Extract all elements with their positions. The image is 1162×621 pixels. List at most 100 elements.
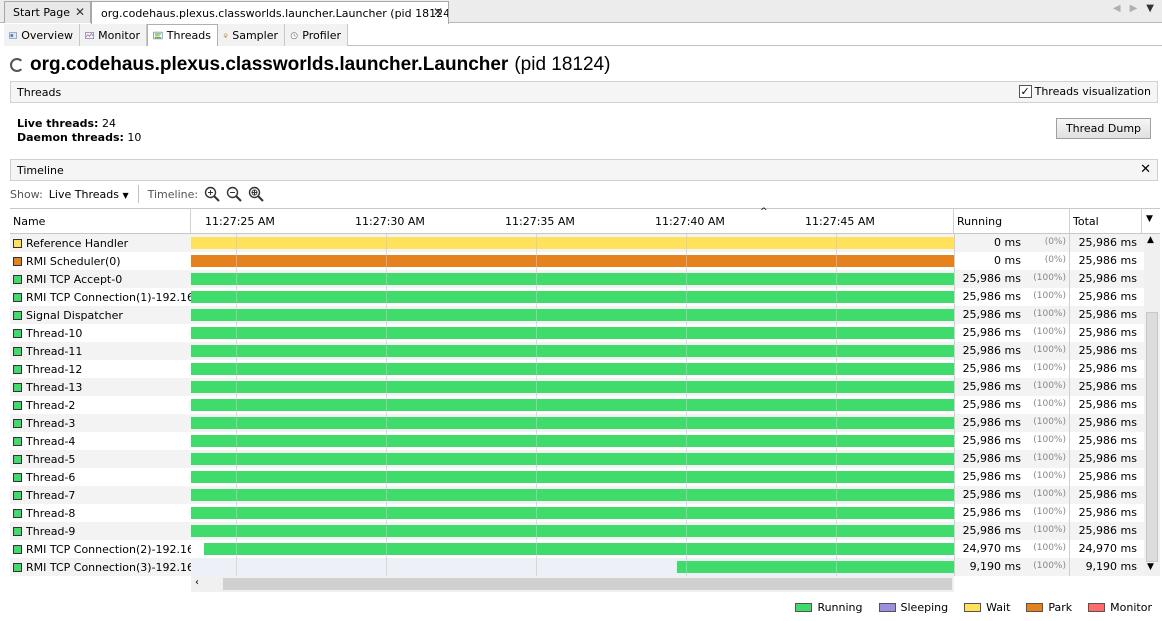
scroll-down-icon[interactable]: ▼ <box>1147 562 1154 572</box>
tab-label: Threads <box>166 29 211 42</box>
close-icon[interactable]: ✕ <box>433 5 443 19</box>
running-time: 25,986 ms <box>962 398 1021 411</box>
table-row[interactable]: Thread-2 25,986 ms (100%) 25,986 ms <box>10 396 1144 414</box>
timeline-gridline <box>686 234 687 576</box>
table-row[interactable]: RMI TCP Accept-0 25,986 ms (100%) 25,986 ms <box>10 270 1144 288</box>
table-row[interactable]: Thread-6 25,986 ms (100%) 25,986 ms <box>10 468 1144 486</box>
running-percent: (100%) <box>1033 561 1066 571</box>
running-cell: 25,986 ms (100%) <box>954 378 1069 396</box>
total-time: 25,986 ms <box>1078 416 1137 429</box>
total-time: 25,986 ms <box>1078 326 1137 339</box>
zoom-fit-icon[interactable] <box>248 186 264 202</box>
tab-overview[interactable]: Overview <box>4 24 80 46</box>
table-row[interactable]: Signal Dispatcher 25,986 ms (100%) 25,986 m… <box>10 306 1144 324</box>
overview-icon <box>9 31 17 39</box>
thread-state-icon <box>13 310 22 320</box>
scrollbar-thumb[interactable] <box>1146 312 1158 562</box>
table-row[interactable]: Thread-3 25,986 ms (100%) 25,986 ms <box>10 414 1144 432</box>
show-dropdown[interactable]: Live Threads ▼ <box>49 188 129 201</box>
tab-sampler[interactable]: Sampler <box>218 24 285 46</box>
show-dropdown-value: Live Threads <box>48 187 119 201</box>
thread-name-cell: Signal Dispatcher <box>10 306 191 324</box>
total-time: 25,986 ms <box>1078 362 1137 375</box>
tab-threads[interactable]: Threads <box>147 24 218 46</box>
scroll-left-icon[interactable]: ◀ <box>1113 3 1121 14</box>
checkbox[interactable]: ✓ <box>1018 85 1032 98</box>
tab-monitor[interactable]: Monitor <box>80 24 147 46</box>
running-cell: 25,986 ms (100%) <box>954 486 1069 504</box>
table-row[interactable]: RMI TCP Connection(2)-192.168.5 24,970 ms… <box>10 540 1144 558</box>
vertical-scrollbar[interactable]: ▲ ▼ <box>1144 234 1160 576</box>
thread-state-bar <box>191 327 954 339</box>
chevron-down-icon[interactable]: ▼ <box>1146 214 1153 224</box>
thread-timeline-cell <box>191 540 954 558</box>
column-label: Name <box>13 214 46 228</box>
table-row[interactable]: RMI TCP Connection(3)-192.168.5 9,190 ms (… <box>10 558 1144 576</box>
zoom-in-icon[interactable] <box>204 186 220 202</box>
thread-dump-button[interactable]: Thread Dump <box>1056 118 1151 139</box>
tab-list-dropdown-icon[interactable]: ▼ <box>1146 3 1154 14</box>
thread-state-icon <box>13 526 22 536</box>
table-row[interactable]: Thread-9 25,986 ms (100%) 25,986 ms <box>10 522 1144 540</box>
running-cell: 25,986 ms (100%) <box>954 468 1069 486</box>
running-cell: 25,986 ms (100%) <box>954 342 1069 360</box>
timeline-label: Timeline: <box>147 187 199 201</box>
legend-swatch <box>964 603 982 612</box>
running-time: 25,986 ms <box>962 416 1021 429</box>
column-running[interactable]: Running <box>954 209 1070 233</box>
table-row[interactable]: Thread-5 25,986 ms (100%) 25,986 ms <box>10 450 1144 468</box>
total-time: 25,986 ms <box>1078 434 1137 447</box>
column-name[interactable]: Name <box>10 209 191 233</box>
table-row[interactable]: Thread-13 25,986 ms (100%) 25,986 ms <box>10 378 1144 396</box>
zoom-out-icon[interactable] <box>226 186 242 202</box>
thread-timeline-cell <box>191 396 954 414</box>
table-row[interactable]: Thread-7 25,986 ms (100%) 25,986 ms <box>10 486 1144 504</box>
thread-timeline-cell <box>191 288 954 306</box>
timeline-toolbar: Show: Live Threads ▼ Timeline: <box>10 183 264 205</box>
total-cell: 25,986 ms <box>1069 396 1144 414</box>
tab-profiler[interactable]: Profiler <box>285 24 348 46</box>
table-row[interactable]: RMI TCP Connection(1)-192.168.5 25,986 ms… <box>10 288 1144 306</box>
column-total[interactable]: Total <box>1070 209 1142 233</box>
column-timeline[interactable]: ^ 11:27:25 AM 11:27:30 AM 11:27:35 AM 11… <box>191 207 954 233</box>
scroll-left-icon[interactable]: ‹ <box>195 577 199 588</box>
monitor-icon <box>85 31 94 39</box>
horizontal-scrollbar[interactable]: ‹ <box>191 576 954 592</box>
table-row[interactable]: Reference Handler 0 ms (0%) 25,986 ms <box>10 234 1144 252</box>
thread-state-icon <box>13 562 22 572</box>
legend-label: Sleeping <box>900 601 949 614</box>
threads-table-body: Reference Handler 0 ms (0%) 25,986 ms RMI Sc… <box>10 234 1160 576</box>
close-icon[interactable]: ✕ <box>1140 162 1151 177</box>
sampler-icon <box>223 33 228 38</box>
thread-state-icon <box>13 400 22 410</box>
thread-name-cell: Thread-5 <box>10 450 191 468</box>
scrollbar-thumb[interactable] <box>223 578 952 590</box>
thread-state-bar <box>191 291 954 303</box>
scroll-right-icon[interactable]: ▶ <box>1130 3 1138 14</box>
table-row[interactable]: Thread-8 25,986 ms (100%) 25,986 ms <box>10 504 1144 522</box>
running-time: 25,986 ms <box>962 290 1021 303</box>
thread-state-bar <box>191 417 954 429</box>
threads-visualization-toggle[interactable]: ✓ Threads visualization <box>1018 85 1151 98</box>
total-time: 25,986 ms <box>1078 398 1137 411</box>
tab-label: Start Page <box>13 6 70 19</box>
state-legend: Running Sleeping Wait Park Monitor <box>795 601 1152 614</box>
tab-launcher[interactable]: org.codehaus.plexus.classworlds.launcher… <box>91 1 449 24</box>
table-row[interactable]: Thread-4 25,986 ms (100%) 25,986 ms <box>10 432 1144 450</box>
running-time: 25,986 ms <box>962 272 1021 285</box>
tab-start-page[interactable]: Start Page ✕ <box>4 1 91 23</box>
thread-name-cell: Thread-2 <box>10 396 191 414</box>
thread-timeline-cell <box>191 522 954 540</box>
table-row[interactable]: Thread-12 25,986 ms (100%) 25,986 ms <box>10 360 1144 378</box>
thread-state-icon <box>13 436 22 446</box>
table-row[interactable]: Thread-10 25,986 ms (100%) 25,986 ms <box>10 324 1144 342</box>
loading-spinner-icon <box>10 58 24 72</box>
close-icon[interactable]: ✕ <box>75 5 85 19</box>
running-percent: (100%) <box>1033 489 1066 499</box>
table-row[interactable]: RMI Scheduler(0) 0 ms (0%) 25,986 ms <box>10 252 1144 270</box>
thread-name: Thread-4 <box>26 434 76 448</box>
table-row[interactable]: Thread-11 25,986 ms (100%) 25,986 ms <box>10 342 1144 360</box>
scroll-up-icon[interactable]: ▲ <box>1147 235 1154 245</box>
running-percent: (100%) <box>1033 381 1066 391</box>
running-percent: (100%) <box>1033 327 1066 337</box>
